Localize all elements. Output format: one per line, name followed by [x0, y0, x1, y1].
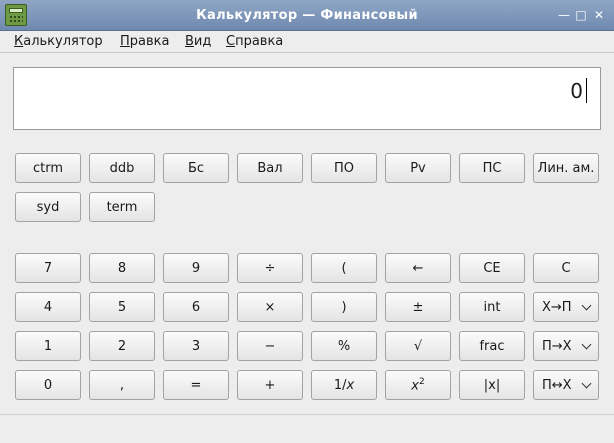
present-value-button[interactable]: ПС — [459, 153, 525, 183]
digit-8-button[interactable]: 8 — [89, 253, 155, 283]
square-root-button[interactable]: √ — [385, 331, 451, 361]
future-value-button[interactable]: Бс — [163, 153, 229, 183]
menu-calculator-label: алькулятор — [23, 34, 103, 49]
backspace-button[interactable]: ← — [385, 253, 451, 283]
divide-button[interactable]: ÷ — [237, 253, 303, 283]
digit-5-button[interactable]: 5 — [89, 292, 155, 322]
digit-9-button[interactable]: 9 — [163, 253, 229, 283]
absolute-value-button[interactable]: |x| — [459, 370, 525, 400]
digit-0-button[interactable]: 0 — [15, 370, 81, 400]
menu-bar: Калькулятор Правка Вид Справка — [0, 31, 614, 53]
status-bar — [0, 414, 614, 443]
close-button[interactable]: ✕ — [592, 8, 606, 22]
digit-3-button[interactable]: 3 — [163, 331, 229, 361]
menu-calculator[interactable]: Калькулятор — [14, 34, 103, 49]
clear-button[interactable]: C — [533, 253, 599, 283]
minimize-button[interactable]: — — [557, 8, 571, 22]
ctrm-button[interactable]: ctrm — [15, 153, 81, 183]
menu-edit-label: равка — [129, 34, 170, 49]
menu-help-label: правка — [235, 34, 284, 49]
equals-button[interactable]: = — [163, 370, 229, 400]
chevron-down-icon — [581, 339, 592, 350]
menu-calculator-accel: К — [14, 34, 24, 49]
digit-4-button[interactable]: 4 — [15, 292, 81, 322]
digit-2-button[interactable]: 2 — [89, 331, 155, 361]
close-paren-button[interactable]: ) — [311, 292, 377, 322]
title-bar: Калькулятор — Финансовый — □ ✕ — [0, 0, 614, 31]
menu-view[interactable]: Вид — [185, 34, 211, 49]
exchange-memory-label: П↔Х — [542, 377, 572, 393]
percent-button[interactable]: % — [311, 331, 377, 361]
straight-line-depreciation-button[interactable]: Лин. ам. — [533, 153, 599, 183]
square-label: x2 — [411, 376, 425, 394]
periodic-payment-button[interactable]: ПО — [311, 153, 377, 183]
window-title: Калькулятор — Финансовый — [196, 8, 418, 23]
subtract-button[interactable]: − — [237, 331, 303, 361]
menu-edit[interactable]: Правка — [120, 34, 169, 49]
ddb-button[interactable]: ddb — [89, 153, 155, 183]
decimal-point-button[interactable]: , — [89, 370, 155, 400]
recall-from-memory-label: П→Х — [542, 338, 572, 354]
multiply-button[interactable]: × — [237, 292, 303, 322]
chevron-down-icon — [581, 378, 592, 389]
digit-6-button[interactable]: 6 — [163, 292, 229, 322]
menu-view-label: ид — [193, 34, 212, 49]
term-button[interactable]: term — [89, 192, 155, 222]
int-button[interactable]: int — [459, 292, 525, 322]
exchange-memory-dropdown[interactable]: П↔Х — [533, 370, 599, 400]
frac-button[interactable]: frac — [459, 331, 525, 361]
menu-view-accel: В — [185, 34, 194, 49]
reciprocal-label: 1/x — [333, 377, 355, 393]
reciprocal-button[interactable]: 1/x — [311, 370, 377, 400]
store-to-memory-label: Х→П — [542, 299, 572, 315]
display[interactable]: 0 — [13, 67, 601, 130]
gross-profit-button[interactable]: Вал — [237, 153, 303, 183]
recall-from-memory-dropdown[interactable]: П→Х — [533, 331, 599, 361]
digit-1-button[interactable]: 1 — [15, 331, 81, 361]
change-sign-button[interactable]: ± — [385, 292, 451, 322]
chevron-down-icon — [581, 300, 592, 311]
maximize-button[interactable]: □ — [574, 8, 588, 22]
text-cursor — [586, 78, 587, 103]
syd-button[interactable]: syd — [15, 192, 81, 222]
square-button[interactable]: x2 — [385, 370, 451, 400]
store-to-memory-dropdown[interactable]: Х→П — [533, 292, 599, 322]
display-value: 0 — [570, 79, 583, 103]
add-button[interactable]: + — [237, 370, 303, 400]
clear-entry-button[interactable]: CE — [459, 253, 525, 283]
menu-help-accel: С — [226, 34, 236, 49]
pv-button[interactable]: Pv — [385, 153, 451, 183]
menu-help[interactable]: Справка — [226, 34, 283, 49]
menu-edit-accel: П — [120, 34, 130, 49]
digit-7-button[interactable]: 7 — [15, 253, 81, 283]
open-paren-button[interactable]: ( — [311, 253, 377, 283]
